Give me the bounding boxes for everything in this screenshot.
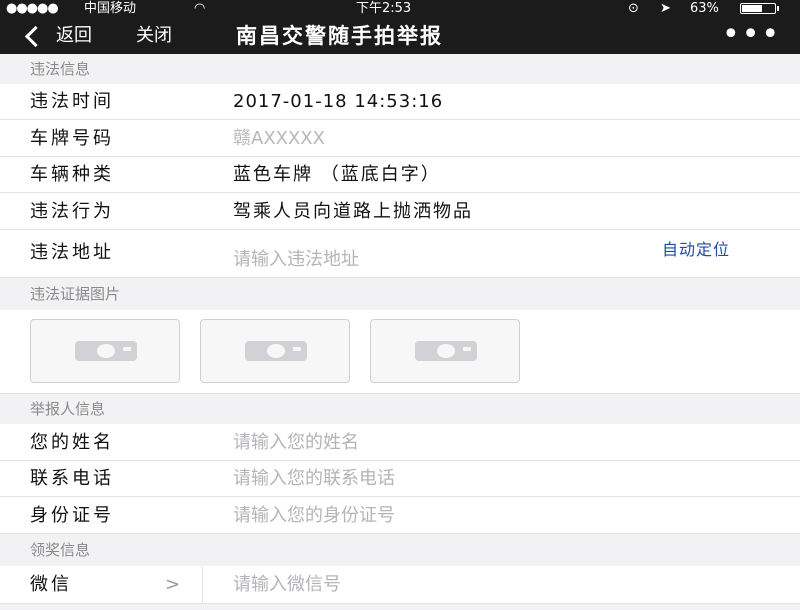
violation-time-value[interactable]: 2017-01-18 14:53:16: [233, 84, 443, 120]
wechat-input[interactable]: 请输入微信号: [233, 566, 341, 604]
photo-upload-slot-3[interactable]: [370, 319, 520, 383]
violation-time-label: 违法时间: [30, 91, 114, 112]
camera-icon: [415, 341, 477, 361]
field-divider: [202, 566, 203, 603]
battery-tip: [777, 6, 779, 11]
row-wechat: 微信 > 请输入微信号: [0, 566, 800, 604]
page-title: 南昌交警随手拍举报: [236, 24, 443, 48]
signal-strength-icon: ●●●●●: [6, 1, 59, 16]
reporter-id-input[interactable]: 请输入您的身份证号: [233, 497, 395, 534]
battery-level: [742, 5, 762, 12]
row-vehicle-type: 车辆种类 蓝色车牌 （蓝底白字）: [0, 157, 800, 193]
wifi-icon: ◠: [194, 1, 206, 16]
row-violation-behavior: 违法行为 驾乘人员向道路上抛洒物品: [0, 193, 800, 230]
chevron-right-icon[interactable]: >: [165, 566, 180, 604]
reporter-name-label: 您的姓名: [30, 432, 114, 453]
reporter-name-input[interactable]: 请输入您的姓名: [233, 424, 359, 461]
reporter-id-label: 身份证号: [30, 505, 114, 526]
wechat-label: 微信: [30, 574, 72, 595]
rotation-lock-icon: ⊙: [628, 1, 639, 16]
row-reporter-id: 身份证号 请输入您的身份证号: [0, 497, 800, 534]
nav-bar: 返回 关闭 南昌交警随手拍举报 •••: [0, 18, 800, 54]
section-header-violation: 违法信息: [0, 54, 800, 84]
plate-number-label: 车牌号码: [30, 128, 114, 149]
more-options-icon[interactable]: •••: [722, 18, 781, 52]
back-button[interactable]: 返回: [56, 18, 92, 54]
vehicle-type-label: 车辆种类: [30, 164, 114, 185]
camera-icon: [75, 341, 137, 361]
battery-percent: 63%: [690, 1, 719, 16]
reporter-phone-label: 联系电话: [30, 468, 114, 489]
row-violation-time: 违法时间 2017-01-18 14:53:16: [0, 84, 800, 120]
row-plate-number: 车牌号码 赣AXXXXX: [0, 120, 800, 157]
section-header-reporter: 举报人信息: [0, 394, 800, 424]
violation-address-input[interactable]: 请输入违法地址: [233, 247, 359, 273]
auto-locate-button[interactable]: 自动定位: [662, 236, 730, 260]
photo-upload-slot-1[interactable]: [30, 319, 180, 383]
row-reporter-name: 您的姓名 请输入您的姓名: [0, 424, 800, 461]
plate-number-field[interactable]: 赣AXXXXX: [233, 120, 325, 157]
status-bar: ●●●●● 中国移动 ◠ 下午2:53 ⊙ ➤ 63%: [0, 0, 800, 18]
violation-behavior-label: 违法行为: [30, 201, 114, 222]
section-header-evidence: 违法证据图片: [0, 278, 800, 310]
camera-icon: [245, 341, 307, 361]
location-arrow-icon: ➤: [660, 1, 671, 16]
reporter-phone-input[interactable]: 请输入您的联系电话: [233, 461, 395, 497]
status-time: 下午2:53: [356, 1, 412, 16]
carrier-name: 中国移动: [84, 1, 137, 16]
row-reporter-phone: 联系电话 请输入您的联系电话: [0, 461, 800, 497]
vehicle-type-select[interactable]: 蓝色车牌 （蓝底白字）: [233, 157, 441, 193]
row-violation-address: 违法地址 请输入违法地址 自动定位: [0, 230, 800, 278]
close-button[interactable]: 关闭: [136, 18, 172, 54]
back-chevron-icon[interactable]: [20, 18, 40, 54]
violation-address-label: 违法地址: [30, 242, 114, 263]
photo-upload-slot-2[interactable]: [200, 319, 350, 383]
evidence-photo-area: [0, 310, 800, 394]
violation-behavior-select[interactable]: 驾乘人员向道路上抛洒物品: [233, 193, 473, 230]
battery-icon: [740, 3, 776, 14]
section-header-reward: 领奖信息: [0, 534, 800, 566]
